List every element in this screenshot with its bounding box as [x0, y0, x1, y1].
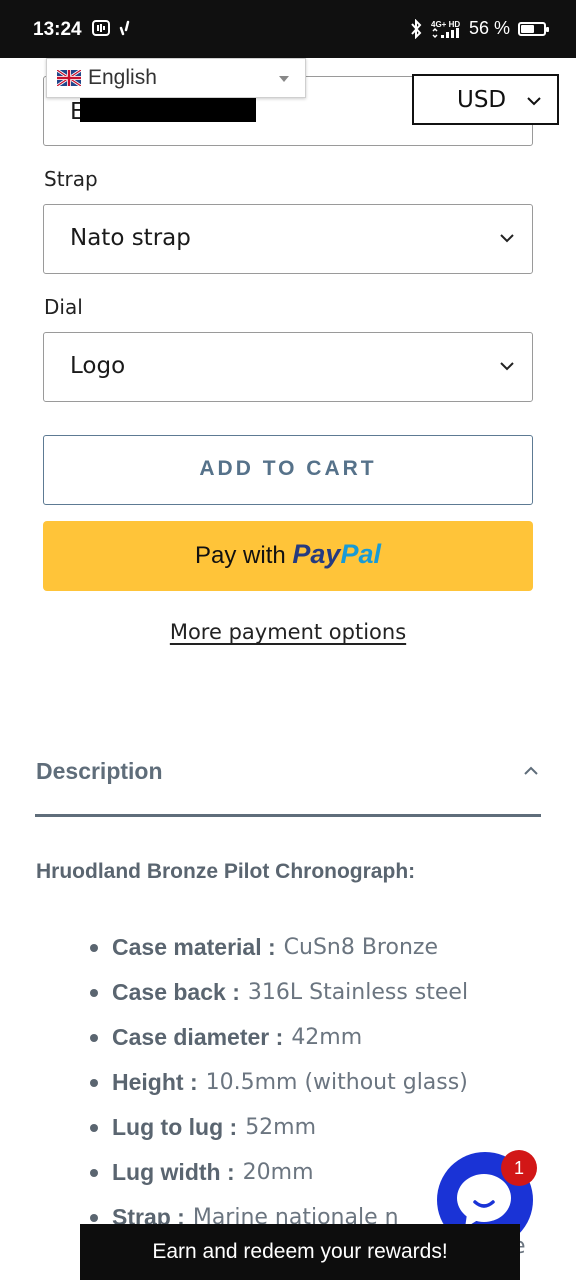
sound-bars-icon	[92, 20, 110, 36]
status-time: 13:24	[33, 19, 82, 40]
description-divider	[35, 814, 541, 817]
spec-key: Lug to lug :	[112, 1114, 238, 1140]
signal-boost-icon	[119, 20, 130, 36]
chevron-down-icon	[500, 362, 514, 371]
chat-notification-badge: 1	[501, 1150, 537, 1186]
mobile-signal-icon: 4G+ HD	[431, 20, 460, 38]
bullet-icon	[90, 1123, 98, 1132]
spec-key: Case material :	[112, 934, 276, 960]
svg-text:4G+ HD: 4G+ HD	[431, 20, 460, 29]
more-payment-options-link[interactable]: More payment options	[0, 620, 576, 644]
spec-value: 52mm	[245, 1115, 317, 1140]
paypal-button[interactable]: Pay with PayPal	[43, 521, 533, 591]
dial-select-value: Logo	[70, 353, 126, 379]
chevron-up-icon[interactable]	[523, 765, 539, 777]
list-item: Case diameter : 42mm	[90, 1015, 468, 1060]
dial-select[interactable]: Logo	[43, 332, 533, 402]
list-item: Lug width : 20mm	[90, 1150, 468, 1195]
spec-value: CuSn8 Bronze	[283, 935, 438, 960]
bullet-icon	[90, 1033, 98, 1042]
language-select[interactable]: English	[46, 58, 306, 98]
status-right: 4G+ HD 56 %	[409, 18, 549, 39]
battery-icon	[518, 21, 549, 36]
currency-select[interactable]: USD	[412, 74, 559, 125]
bullet-icon	[90, 943, 98, 952]
uk-flag-icon	[57, 70, 81, 86]
strap-label: Strap	[44, 167, 98, 191]
chevron-down-icon	[527, 97, 541, 106]
bullet-icon	[90, 988, 98, 997]
bullet-icon	[90, 1213, 98, 1222]
spec-key: Lug width :	[112, 1159, 235, 1185]
redaction-block	[80, 96, 256, 122]
status-bar: 13:24 4G+ HD 56 %	[0, 0, 576, 58]
status-left-icons	[92, 20, 132, 36]
paypal-logo: PayPal	[292, 539, 381, 569]
strap-select[interactable]: Nato strap	[43, 204, 533, 274]
battery-percent: 56 %	[468, 18, 510, 38]
chevron-down-icon	[500, 234, 514, 243]
paypal-button-content: Pay with PayPal	[43, 539, 533, 570]
list-item: Case back : 316L Stainless steel	[90, 970, 468, 1015]
spec-key: Height :	[112, 1069, 198, 1095]
add-to-cart-button[interactable]: ADD TO CART	[43, 435, 533, 505]
bullet-icon	[90, 1078, 98, 1087]
spec-value: 42mm	[291, 1025, 363, 1050]
spec-key: Case diameter :	[112, 1024, 284, 1050]
language-label: English	[88, 66, 157, 89]
spec-value: 20mm	[242, 1160, 314, 1185]
rewards-banner-button[interactable]: Earn and redeem your rewards!	[80, 1224, 520, 1280]
caret-down-icon	[279, 76, 289, 82]
dial-label: Dial	[44, 295, 83, 319]
bullet-icon	[90, 1168, 98, 1177]
spec-value: 10.5mm (without glass)	[205, 1070, 468, 1095]
spec-list: Case material : CuSn8 Bronze Case back : 3…	[90, 925, 468, 1240]
list-item: Case material : CuSn8 Bronze	[90, 925, 468, 970]
spec-key: Case back :	[112, 979, 240, 1005]
battery-level	[521, 24, 535, 33]
description-heading[interactable]: Description	[36, 758, 163, 785]
currency-label: USD	[457, 87, 507, 113]
spec-value: 316L Stainless steel	[247, 980, 469, 1005]
strap-select-value: Nato strap	[70, 225, 191, 251]
list-item: Height : 10.5mm (without glass)	[90, 1060, 468, 1105]
list-item: Lug to lug : 52mm	[90, 1105, 468, 1150]
bluetooth-icon	[411, 18, 422, 39]
description-title: Hruodland Bronze Pilot Chronograph:	[36, 860, 416, 883]
paypal-prefix: Pay with	[195, 542, 286, 569]
